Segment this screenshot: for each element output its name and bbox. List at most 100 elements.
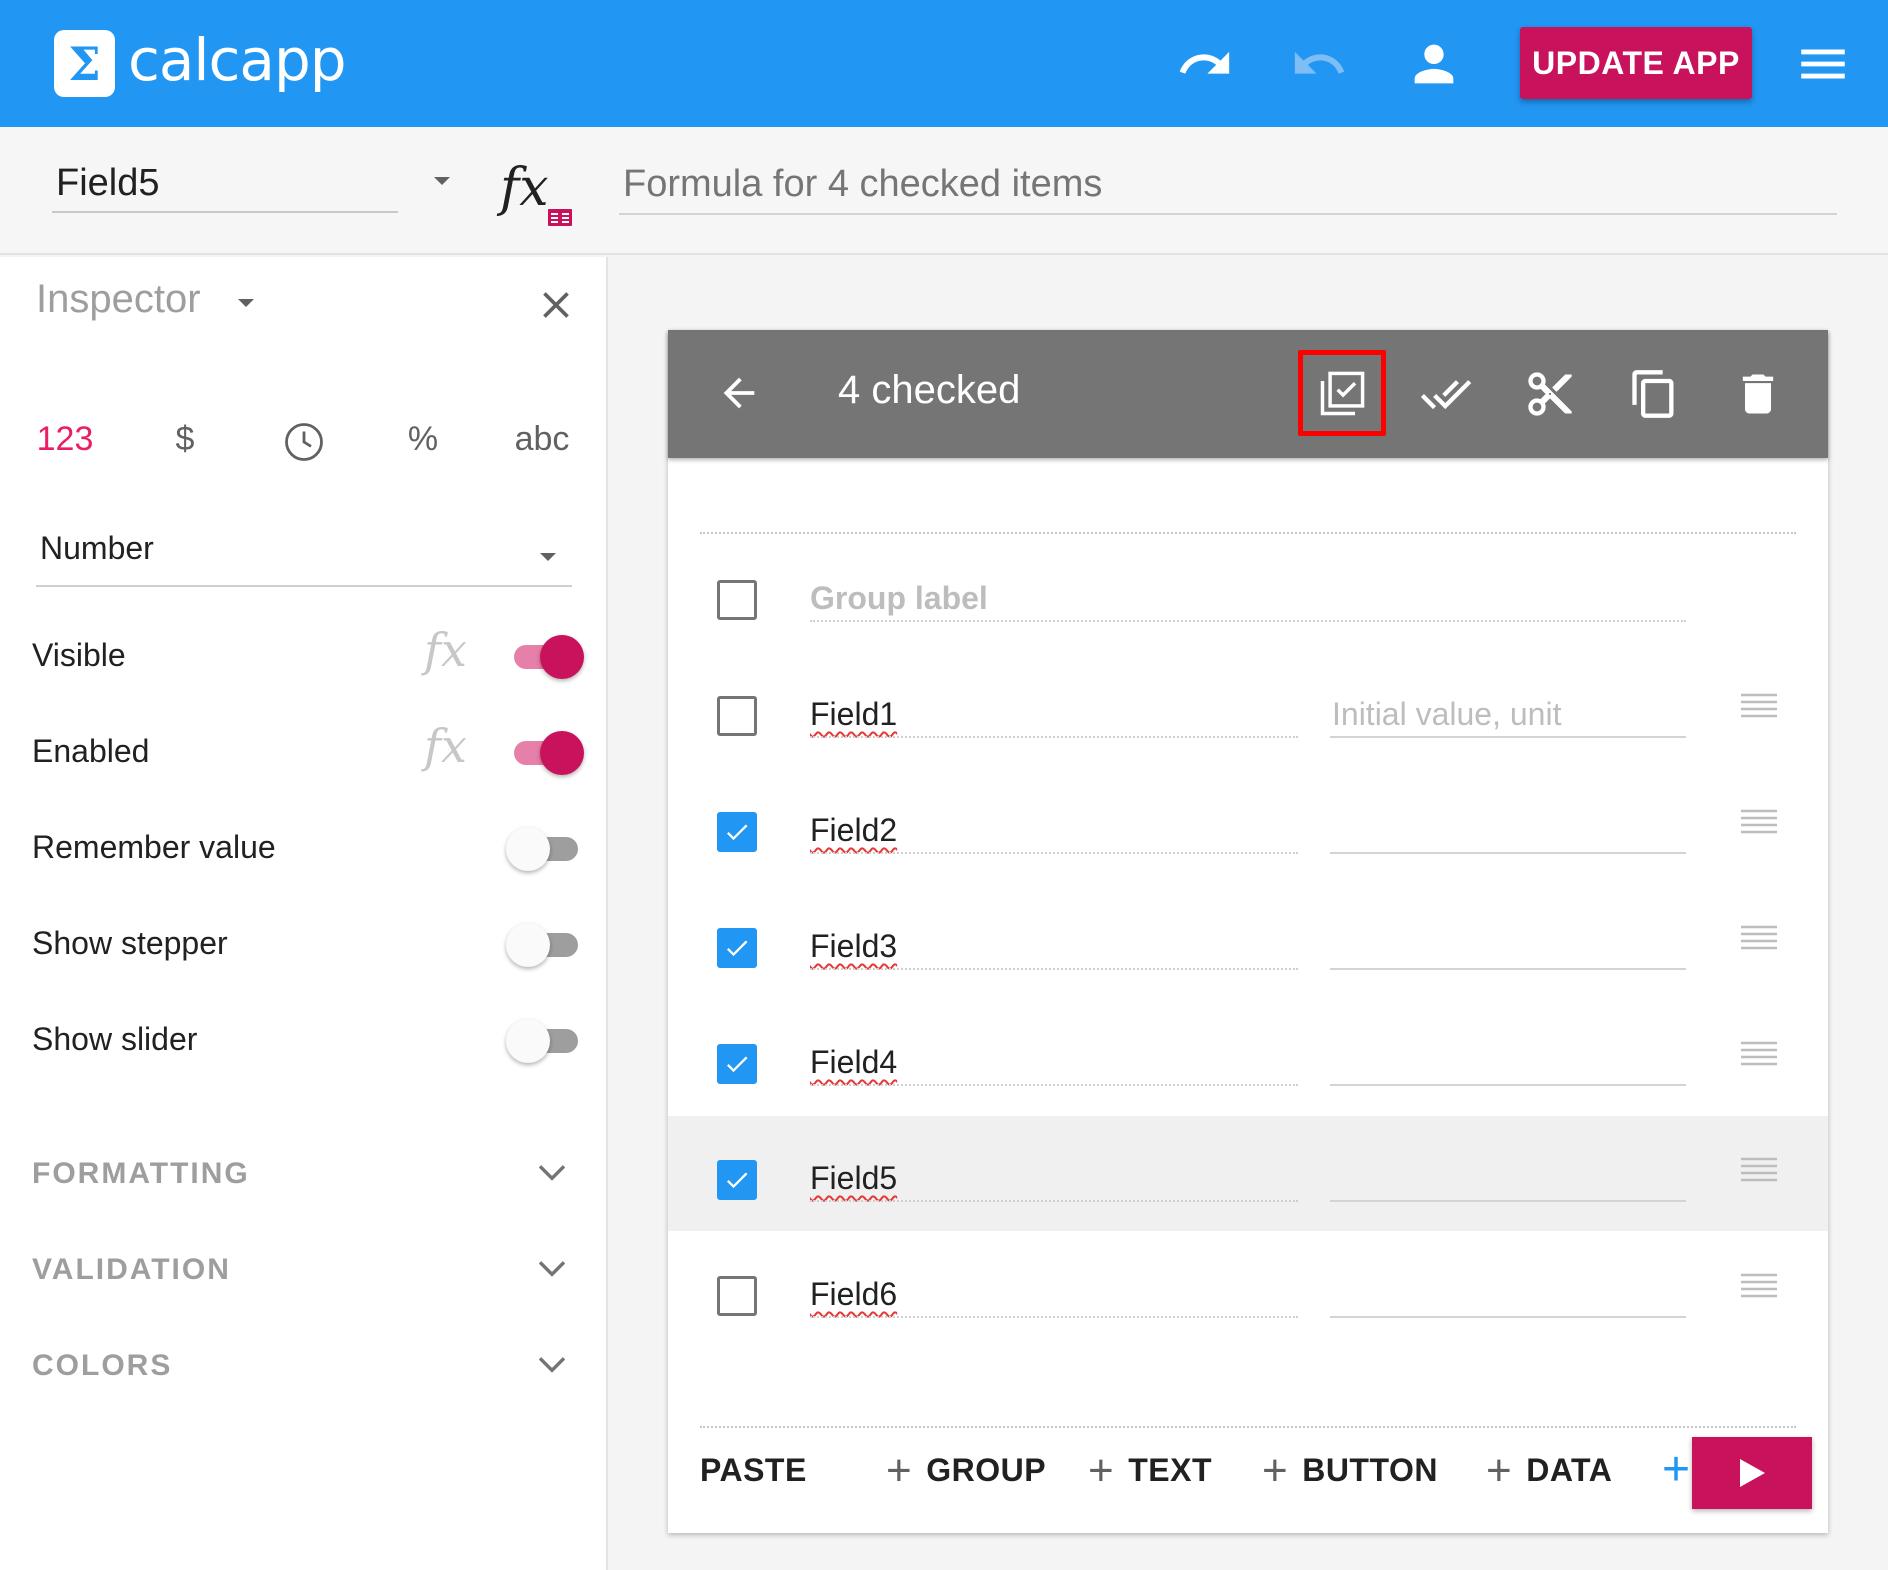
field-selector[interactable]: Field5 — [52, 157, 398, 213]
show-slider-toggle[interactable] — [506, 1019, 582, 1063]
paste-button[interactable]: PASTE — [700, 1452, 807, 1489]
field2-value-input[interactable] — [1330, 852, 1686, 854]
field1-value-underline — [1330, 736, 1686, 738]
cut-scissors-icon[interactable] — [1524, 368, 1576, 420]
back-arrow-icon[interactable] — [716, 370, 762, 416]
group-label-underline — [810, 620, 1686, 622]
add-button-button[interactable]: + BUTTON — [1262, 1448, 1438, 1492]
field6-underline — [810, 1316, 1298, 1318]
undo-icon[interactable] — [1176, 35, 1234, 93]
add-data-label: DATA — [1526, 1452, 1613, 1488]
field3-value-input[interactable] — [1330, 968, 1686, 970]
chevron-down-icon[interactable] — [536, 1257, 568, 1281]
caret-down-icon[interactable] — [236, 297, 256, 309]
drag-handle-icon[interactable] — [1741, 809, 1777, 835]
app-header: Σ calcapp UPDATE APP — [0, 0, 1888, 127]
field1-underline — [810, 736, 1298, 738]
field6-name[interactable]: Field6 — [810, 1276, 897, 1313]
field6-value-input[interactable] — [1330, 1316, 1686, 1318]
checked-count-label: 4 checked — [838, 368, 1021, 412]
checkmark-icon — [726, 1056, 748, 1073]
brand-name: calcapp — [128, 26, 347, 94]
type-currency-button[interactable]: $ — [140, 420, 230, 459]
field4-value-input[interactable] — [1330, 1084, 1686, 1086]
delete-trash-icon[interactable] — [1732, 368, 1784, 420]
group-label-input[interactable]: Group label — [810, 580, 988, 617]
more-add-plus-icon[interactable]: + — [1662, 1442, 1690, 1497]
selection-toolbar: 4 checked — [668, 330, 1828, 458]
enabled-fx-icon[interactable]: fx — [424, 719, 467, 773]
formula-reference-button[interactable]: fx — [496, 153, 580, 233]
chevron-down-icon[interactable] — [536, 1353, 568, 1377]
field1-name[interactable]: Field1 — [810, 696, 897, 733]
colors-section-header[interactable]: COLORS — [32, 1349, 172, 1383]
done-all-icon[interactable] — [1420, 368, 1472, 420]
inspector-panel: Inspector 123 $ % abc Number Visible fx … — [0, 257, 608, 1570]
app-screen-card: 4 checked Group label Field1 Initial val… — [668, 330, 1828, 1533]
field4-checkbox[interactable] — [717, 1044, 757, 1084]
inspector-title[interactable]: Inspector — [36, 277, 201, 322]
field2-underline — [810, 852, 1298, 854]
add-text-button[interactable]: + TEXT — [1088, 1445, 1212, 1495]
field5-checkbox[interactable] — [717, 1160, 757, 1200]
add-data-button[interactable]: + DATA — [1486, 1445, 1613, 1495]
type-number-button[interactable]: 123 — [20, 420, 110, 459]
drag-handle-icon[interactable] — [1741, 1041, 1777, 1067]
show-stepper-toggle[interactable] — [506, 923, 582, 967]
drag-handle-icon[interactable] — [1741, 1273, 1777, 1299]
caret-down-icon[interactable] — [538, 551, 558, 563]
show-slider-label: Show slider — [32, 1021, 198, 1057]
field3-checkbox[interactable] — [717, 928, 757, 968]
show-stepper-label: Show stepper — [32, 925, 228, 961]
visible-label: Visible — [32, 637, 126, 673]
remember-value-label: Remember value — [32, 829, 276, 865]
remember-value-toggle[interactable] — [506, 827, 582, 871]
hamburger-menu-icon[interactable] — [1794, 35, 1852, 93]
type-time-button[interactable] — [259, 421, 349, 463]
select-all-checkbox-icon[interactable] — [1316, 368, 1368, 420]
number-format-select[interactable]: Number — [36, 523, 572, 587]
field6-checkbox[interactable] — [717, 1276, 757, 1316]
redo-icon[interactable] — [1290, 35, 1348, 93]
field5-value-input[interactable] — [1330, 1200, 1686, 1202]
chevron-down-icon[interactable] — [536, 1161, 568, 1185]
preview-play-button[interactable] — [1692, 1437, 1812, 1509]
field1-checkbox[interactable] — [717, 696, 757, 736]
add-text-label: TEXT — [1128, 1452, 1212, 1488]
calcapp-logo-icon: Σ — [54, 30, 115, 97]
paste-label: PASTE — [700, 1452, 807, 1488]
validation-section-header[interactable]: VALIDATION — [32, 1253, 231, 1287]
update-app-button[interactable]: UPDATE APP — [1520, 27, 1752, 99]
field5-name[interactable]: Field5 — [810, 1160, 897, 1197]
play-icon — [1740, 1459, 1765, 1487]
clock-icon — [285, 423, 323, 461]
plus-icon: + — [1486, 1445, 1513, 1495]
field3-name[interactable]: Field3 — [810, 928, 897, 965]
enabled-toggle[interactable] — [510, 731, 584, 775]
formatting-section-header[interactable]: FORMATTING — [32, 1157, 250, 1191]
type-text-button[interactable]: abc — [497, 420, 587, 459]
caret-down-icon[interactable] — [432, 175, 452, 187]
group-checkbox[interactable] — [717, 580, 757, 620]
drag-handle-icon[interactable] — [1741, 693, 1777, 719]
group-bottom-divider — [700, 1426, 1796, 1428]
visible-toggle[interactable] — [510, 635, 584, 679]
field2-checkbox[interactable] — [717, 812, 757, 852]
field4-name[interactable]: Field4 — [810, 1044, 897, 1081]
account-icon[interactable] — [1405, 35, 1463, 93]
plus-icon: + — [1088, 1445, 1115, 1495]
type-percent-button[interactable]: % — [378, 420, 468, 459]
plus-icon: + — [886, 1445, 913, 1495]
visible-fx-icon[interactable]: fx — [424, 623, 467, 677]
drag-handle-icon[interactable] — [1741, 1157, 1777, 1183]
field4-underline — [810, 1084, 1298, 1086]
close-icon[interactable] — [534, 283, 578, 327]
add-button-label: BUTTON — [1302, 1452, 1438, 1488]
svg-text:fx: fx — [496, 158, 549, 218]
field1-value-input[interactable]: Initial value, unit — [1332, 696, 1561, 733]
copy-icon[interactable] — [1628, 368, 1680, 420]
formula-input[interactable] — [619, 155, 1837, 215]
field2-name[interactable]: Field2 — [810, 812, 897, 849]
add-group-button[interactable]: + GROUP — [886, 1445, 1046, 1495]
drag-handle-icon[interactable] — [1741, 925, 1777, 951]
